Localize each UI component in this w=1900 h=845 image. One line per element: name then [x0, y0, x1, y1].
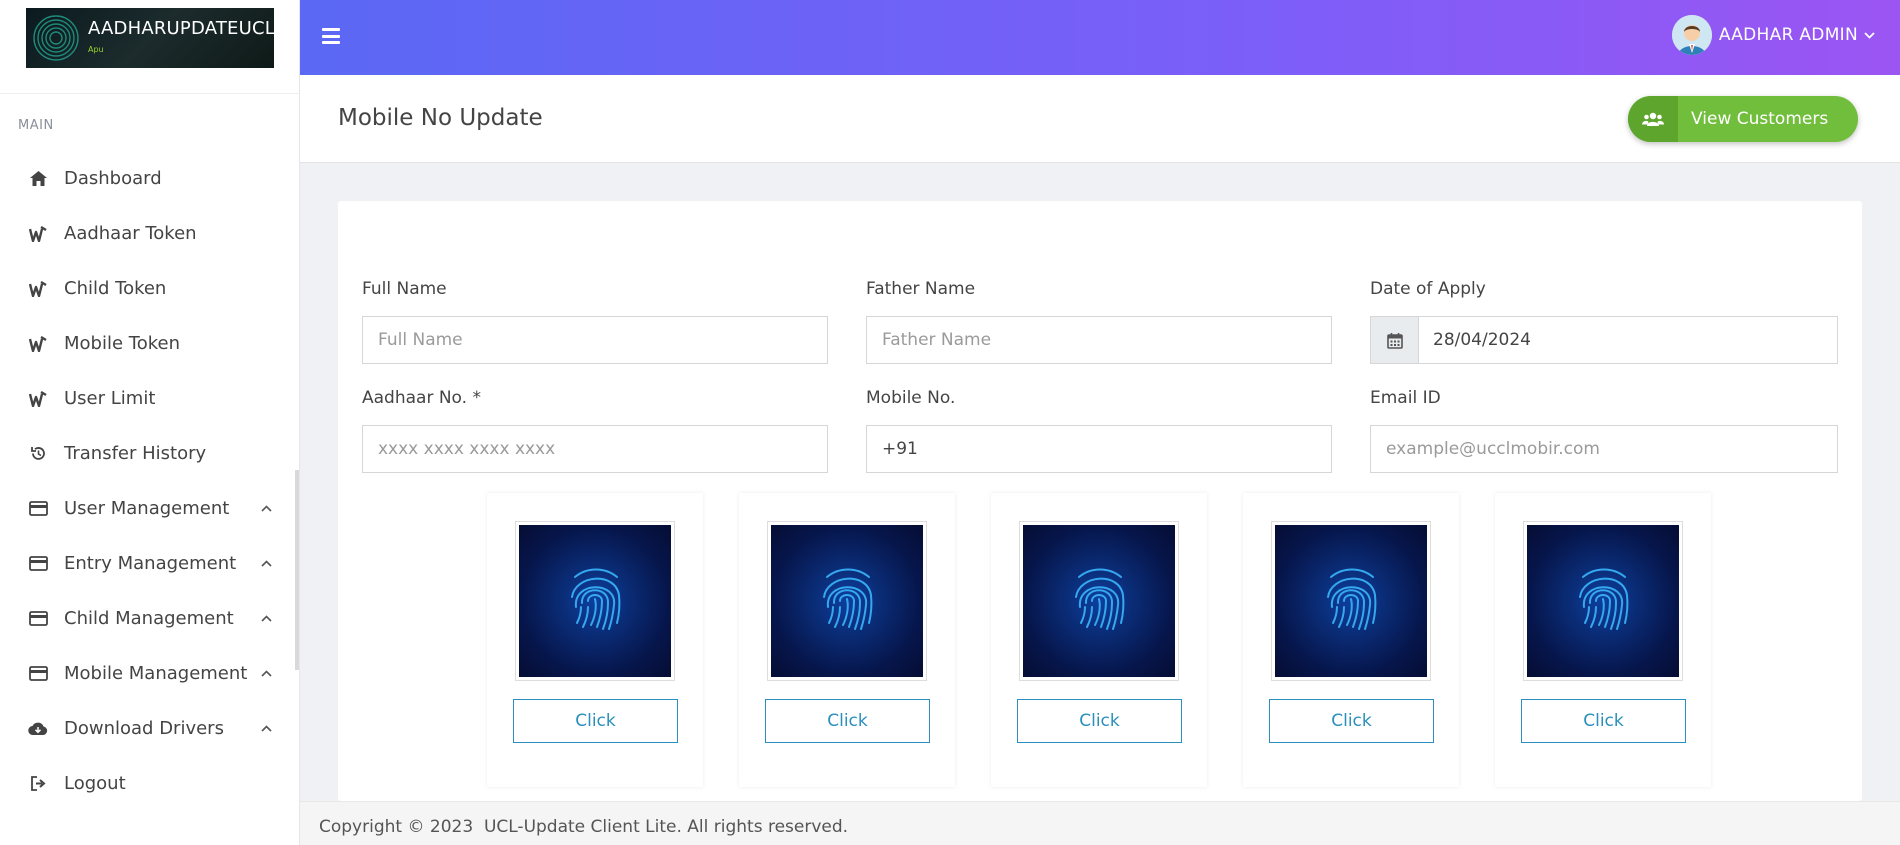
sidebar-item-child-token[interactable]: Child Token: [0, 261, 299, 316]
sidebar-section-label: MAIN: [18, 118, 54, 133]
token-icon: [28, 224, 48, 244]
sidebar-item-mobile-management[interactable]: Mobile Management: [0, 646, 299, 701]
menu-toggle-icon[interactable]: [322, 28, 340, 44]
fingerprint-icon: [823, 568, 873, 630]
card-icon: [28, 609, 48, 629]
home-icon: [28, 169, 48, 189]
date-of-apply-input[interactable]: [1419, 317, 1837, 363]
chevron-up-icon[interactable]: [259, 667, 273, 681]
sidebar-item-label: Mobile Management: [64, 663, 248, 684]
sidebar-item-mobile-token[interactable]: Mobile Token: [0, 316, 299, 371]
aadhaar-no-label: Aadhaar No. *: [362, 388, 481, 408]
token-icon: [28, 389, 48, 409]
full-name-label: Full Name: [362, 279, 447, 299]
sidebar-item-label: User Limit: [64, 388, 156, 409]
sidebar-item-label: Mobile Token: [64, 333, 180, 354]
logout-icon: [28, 774, 48, 794]
sidebar-item-label: Aadhaar Token: [64, 223, 197, 244]
brand-logo[interactable]: AADHARUPDATEUCL Apu: [26, 8, 274, 68]
aadhaar-no-input[interactable]: [362, 425, 828, 473]
sidebar-item-logout[interactable]: Logout: [0, 756, 299, 811]
sidebar-item-transfer-history[interactable]: Transfer History: [0, 426, 299, 481]
sidebar-item-child-management[interactable]: Child Management: [0, 591, 299, 646]
capture-fingerprint-button[interactable]: Click: [513, 699, 678, 743]
cloud-download-icon: [28, 719, 48, 739]
logo-area: AADHARUPDATEUCL Apu: [0, 0, 299, 94]
sidebar-item-label: Logout: [64, 773, 126, 794]
brand-title: AADHARUPDATEUCL: [88, 18, 274, 39]
calendar-icon[interactable]: [1371, 317, 1419, 363]
fingerprint-preview: [767, 521, 927, 681]
capture-fingerprint-button[interactable]: Click: [1521, 699, 1686, 743]
full-name-input[interactable]: [362, 316, 828, 364]
fingerprint-preview: [1523, 521, 1683, 681]
fingerprint-card: Click: [739, 493, 955, 787]
sidebar-item-download-drivers[interactable]: Download Drivers: [0, 701, 299, 756]
chevron-up-icon[interactable]: [259, 557, 273, 571]
date-of-apply-group: [1370, 316, 1838, 364]
admin-profile-menu[interactable]: AADHAR ADMIN: [1671, 15, 1878, 55]
fingerprint-logo-icon: [33, 15, 79, 61]
chevron-up-icon[interactable]: [259, 722, 273, 736]
fingerprint-preview: [1019, 521, 1179, 681]
users-icon: [1628, 96, 1678, 142]
father-name-label: Father Name: [866, 279, 976, 299]
sidebar-item-label: Entry Management: [64, 553, 237, 574]
sidebar-item-aadhaar-token[interactable]: Aadhaar Token: [0, 206, 299, 261]
mobile-no-input[interactable]: [866, 425, 1332, 473]
history-icon: [28, 444, 48, 464]
brand-subtitle: Apu: [88, 45, 104, 54]
view-customers-button[interactable]: View Customers: [1628, 96, 1858, 142]
copyright-text: Copyright © 2023 UCL-Update Client Lite.…: [319, 817, 849, 837]
sidebar-item-entry-management[interactable]: Entry Management: [0, 536, 299, 591]
token-icon: [28, 334, 48, 354]
admin-name: AADHAR ADMIN: [1718, 25, 1858, 45]
sidebar-item-label: Child Token: [64, 278, 167, 299]
father-name-input[interactable]: [866, 316, 1332, 364]
sidebar-item-user-management[interactable]: User Management: [0, 481, 299, 536]
fingerprint-card: Click: [487, 493, 703, 787]
chevron-up-icon[interactable]: [259, 502, 273, 516]
fingerprint-preview: [515, 521, 675, 681]
token-icon: [28, 279, 48, 299]
capture-fingerprint-button[interactable]: Click: [1017, 699, 1182, 743]
fingerprint-icon: [571, 568, 621, 630]
email-id-input[interactable]: [1370, 425, 1838, 473]
chevron-up-icon[interactable]: [259, 612, 273, 626]
page-header: Mobile No Update View Customers: [300, 75, 1900, 163]
chevron-down-icon: [1864, 28, 1878, 42]
sidebar-item-label: Download Drivers: [64, 718, 224, 739]
avatar: [1671, 15, 1712, 55]
date-of-apply-label: Date of Apply: [1370, 279, 1486, 299]
fingerprint-card: Click: [1495, 493, 1711, 787]
fingerprint-icon: [1075, 568, 1125, 630]
footer: Copyright © 2023 UCL-Update Client Lite.…: [300, 801, 1900, 845]
sidebar-item-label: User Management: [64, 498, 230, 519]
sidebar-item-user-limit[interactable]: User Limit: [0, 371, 299, 426]
email-id-label: Email ID: [1370, 388, 1441, 408]
capture-fingerprint-button[interactable]: Click: [765, 699, 930, 743]
mobile-no-label: Mobile No.: [866, 388, 956, 408]
fingerprint-icon: [1327, 568, 1377, 630]
fingerprint-icon: [1579, 568, 1629, 630]
card-icon: [28, 499, 48, 519]
mobile-update-form: Full Name Father Name Date of Apply Aadh…: [338, 201, 1862, 801]
sidebar: AADHARUPDATEUCL Apu MAIN Dashboard Aadha…: [0, 0, 300, 845]
fingerprint-card: Click: [991, 493, 1207, 787]
fingerprint-card: Click: [1243, 493, 1459, 787]
sidebar-item-dashboard[interactable]: Dashboard: [0, 151, 299, 206]
sidebar-item-label: Transfer History: [64, 443, 207, 464]
sidebar-item-label: Child Management: [64, 608, 234, 629]
sidebar-item-label: Dashboard: [64, 168, 162, 189]
sidebar-scrollbar[interactable]: [295, 470, 299, 670]
page-title: Mobile No Update: [338, 105, 543, 131]
card-icon: [28, 554, 48, 574]
view-customers-label: View Customers: [1691, 109, 1829, 129]
top-navbar: AADHAR ADMIN: [300, 0, 1900, 75]
capture-fingerprint-button[interactable]: Click: [1269, 699, 1434, 743]
card-icon: [28, 664, 48, 684]
fingerprint-preview: [1271, 521, 1431, 681]
